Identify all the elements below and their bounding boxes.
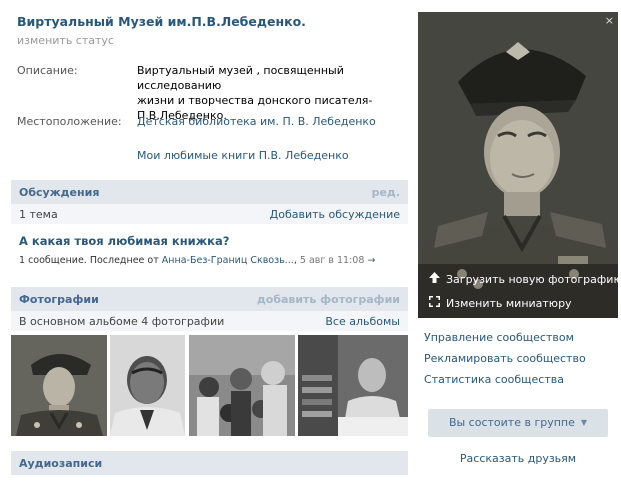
topics-count: 1 тема — [19, 208, 58, 221]
topic-go-icon[interactable]: → — [367, 255, 375, 266]
crop-corners-icon — [428, 296, 440, 310]
description-line: жизни и творчества донского писателя- — [137, 94, 373, 107]
discussions-title[interactable]: Обсуждения — [19, 186, 99, 199]
topic-time: 5 авг в 11:08 — [299, 255, 365, 266]
photo-thumb-writer-desk[interactable] — [298, 335, 408, 436]
group-avatar-photo[interactable]: × Загрузить новую фотографию Изменить ми… — [418, 12, 618, 318]
add-photos-link[interactable]: добавить фотографии — [257, 293, 400, 306]
group-title: Виртуальный Музей им.П.В.Лебеденко. — [17, 14, 306, 29]
advertise-community-link[interactable]: Рекламировать сообщество — [424, 352, 586, 365]
edit-thumbnail-label: Изменить миниатюру — [446, 297, 572, 310]
membership-dropdown-button[interactable]: Вы состоите в группе ▼ — [428, 409, 608, 437]
edit-thumbnail-action[interactable]: Изменить миниатюру — [428, 296, 572, 310]
photos-title[interactable]: Фотографии — [19, 293, 99, 306]
manage-community-link[interactable]: Управление сообществом — [424, 331, 574, 344]
photo-thumb-group[interactable] — [189, 335, 295, 436]
photos-subheader: В основном альбоме 4 фотографии Все альб… — [11, 311, 408, 331]
photo-thumb-soldier[interactable] — [11, 335, 107, 436]
main-column: Виртуальный Музей им.П.В.Лебеденко. изме… — [0, 0, 418, 492]
discussions-subheader: 1 тема Добавить обсуждение — [11, 204, 408, 224]
description-label: Описание: — [17, 64, 78, 77]
add-discussion-link[interactable]: Добавить обсуждение — [270, 208, 400, 221]
close-icon[interactable]: × — [605, 14, 614, 27]
all-albums-link[interactable]: Все альбомы — [325, 315, 400, 328]
upload-photo-label: Загрузить новую фотографию — [446, 273, 618, 286]
upload-photo-action[interactable]: Загрузить новую фотографию — [428, 272, 618, 286]
discussions-header: Обсуждения ред. — [11, 180, 408, 204]
location-label: Местоположение: — [17, 115, 122, 128]
photos-header: Фотографии добавить фотографии — [11, 287, 408, 311]
photo-thumb-elder-man[interactable] — [110, 335, 185, 436]
location-link[interactable]: Детская библиотека им. П. В. Лебеденко — [137, 114, 407, 129]
topic-author-link[interactable]: Анна-Без-Границ Сквозь... — [162, 255, 294, 266]
sidebar: × Загрузить новую фотографию Изменить ми… — [418, 0, 621, 492]
topic-meta-prefix: 1 сообщение. Последнее от — [19, 255, 159, 266]
description-line: Виртуальный музей , посвященный исследов… — [137, 64, 344, 92]
upload-arrow-icon — [428, 272, 440, 286]
favorite-books-link[interactable]: Мои любимые книги П.В. Лебеденко — [137, 148, 407, 163]
tell-friends-link[interactable]: Рассказать друзьям — [418, 452, 618, 465]
album-count: В основном альбоме 4 фотографии — [19, 315, 225, 328]
topic-title-link[interactable]: А какая твоя любимая книжка? — [19, 234, 229, 248]
discussions-edit-link[interactable]: ред. — [372, 186, 400, 199]
membership-label: Вы состоите в группе — [448, 416, 575, 429]
edit-status-link[interactable]: изменить статус — [17, 34, 114, 47]
caret-down-icon: ▼ — [580, 418, 588, 427]
topic-meta: 1 сообщение. Последнее от Анна-Без-Грани… — [19, 255, 376, 266]
community-stats-link[interactable]: Статистика сообщества — [424, 373, 564, 386]
audio-header: Аудиозаписи — [11, 451, 408, 475]
audio-title[interactable]: Аудиозаписи — [19, 457, 102, 470]
